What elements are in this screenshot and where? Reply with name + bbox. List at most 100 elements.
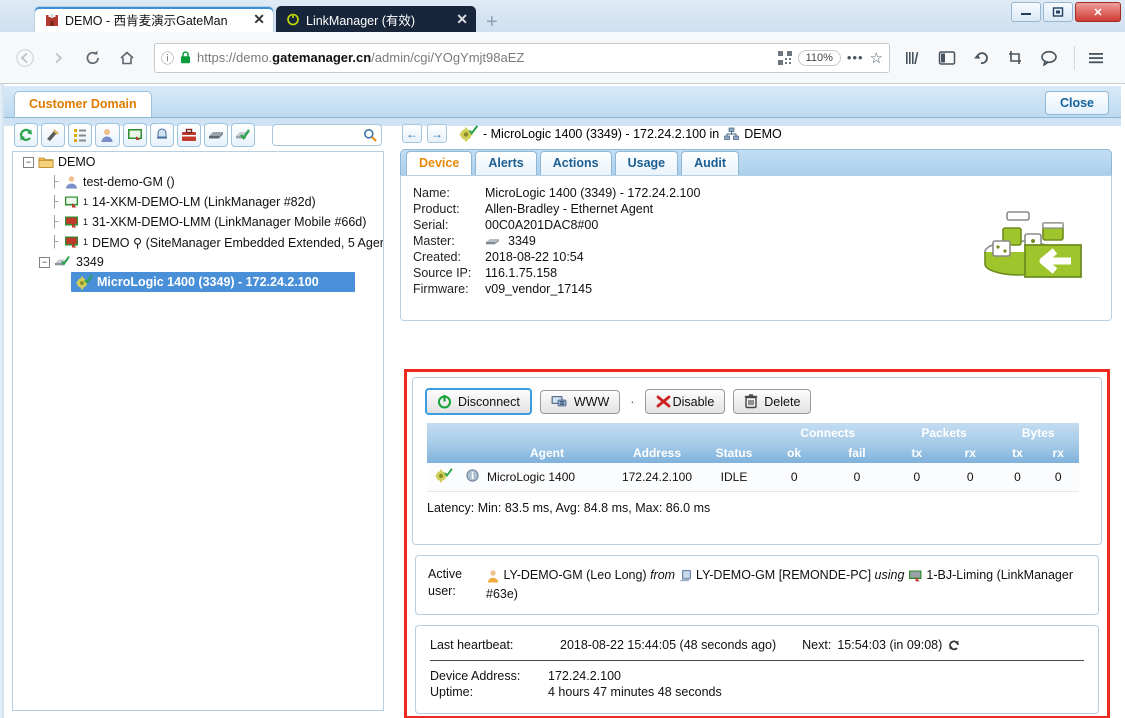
col-packets-rx[interactable]: rx <box>943 443 998 463</box>
tab-actions[interactable]: Actions <box>539 151 612 175</box>
browser-toolbar-icons <box>898 43 1115 73</box>
tree-elbow: ├ <box>50 216 59 228</box>
tab-audit[interactable]: Audit <box>681 151 740 175</box>
url-host: gatemanager.cn <box>272 50 372 65</box>
crop-icon[interactable] <box>1000 43 1030 73</box>
latency-text: Latency: Min: 83.5 ms, Avg: 84.8 ms, Max… <box>427 501 711 515</box>
refresh-icon[interactable] <box>14 123 39 147</box>
qr-icon[interactable] <box>777 50 792 65</box>
row-info-icon[interactable] <box>461 463 483 492</box>
close-window-button[interactable]: ✕ <box>1075 2 1121 22</box>
col-packets-tx[interactable]: tx <box>890 443 944 463</box>
close-tab-icon[interactable]: ✕ <box>456 11 468 28</box>
expander-icon[interactable]: − <box>23 156 34 168</box>
active-user-value: LY-DEMO-GM (Leo Long) from LY-DEMO-GM [R… <box>486 566 1086 604</box>
col-connects-ok[interactable]: ok <box>765 443 824 463</box>
monitor-icon[interactable] <box>122 123 147 147</box>
from-word: from <box>650 568 676 582</box>
info-key: Master: <box>413 234 455 248</box>
browser-tab-demo[interactable]: DEMO - 西肯麦演示GateMan ✕ <box>34 6 274 32</box>
col-bytes-tx[interactable]: tx <box>997 443 1038 463</box>
tree-node-group-3349[interactable]: − 3349 <box>13 252 383 272</box>
reload-button[interactable] <box>78 43 108 73</box>
agent-table-head: Connects Packets Bytes Agent Address Sta… <box>427 423 1079 463</box>
cell-connects-ok: 0 <box>765 463 824 492</box>
page-content: Customer Domain Close − DEMO ├ test-demo… <box>0 84 1125 718</box>
col-connects-fail[interactable]: fail <box>823 443 891 463</box>
tab-alerts[interactable]: Alerts <box>475 151 537 175</box>
disable-button[interactable]: Disable <box>644 389 726 414</box>
tree-node-lm[interactable]: ├ 1 14-XKM-DEMO-LM (LinkManager #82d) <box>13 192 383 212</box>
group-header-blank <box>427 423 461 443</box>
active-user-label: Active user: <box>428 567 463 598</box>
table-row[interactable]: MicroLogic 1400 172.24.2.100 IDLE 0 0 0 … <box>427 463 1079 492</box>
breadcrumb-text: - MicroLogic 1400 (3349) - 172.24.2.100 … <box>483 126 720 141</box>
maximize-button[interactable] <box>1043 2 1073 22</box>
browser-tab-linkmanager[interactable]: LinkManager (有效) ✕ <box>276 6 476 32</box>
linkmanager-green-icon <box>64 195 79 209</box>
expander-icon[interactable]: − <box>39 256 50 268</box>
delete-button[interactable]: Delete <box>733 389 812 414</box>
search-box[interactable] <box>272 124 382 146</box>
url-bar[interactable]: ⓘ https://demo.gatemanager.cn/admin/cgi/… <box>154 42 890 73</box>
url-scheme: https://demo. <box>197 50 273 65</box>
col-agent[interactable]: Agent <box>483 443 611 463</box>
tree-node-label: MicroLogic 1400 (3349) - 172.24.2.100 <box>97 275 319 289</box>
user-icon[interactable] <box>95 123 120 147</box>
undo-icon[interactable] <box>966 43 996 73</box>
appliance-icon[interactable] <box>203 123 229 147</box>
back-button[interactable] <box>10 43 40 73</box>
alert-bell-icon[interactable] <box>149 123 174 147</box>
tree-node-user[interactable]: ├ test-demo-GM () <box>13 172 383 192</box>
appliance-ok-icon <box>54 255 72 269</box>
search-input[interactable] <box>277 127 363 143</box>
trash-icon <box>744 394 758 409</box>
library-icon[interactable] <box>898 43 928 73</box>
group-header-bytes: Bytes <box>997 423 1079 443</box>
tab-usage[interactable]: Usage <box>614 151 679 175</box>
device-tree[interactable]: − DEMO ├ test-demo-GM () ├ 1 14-XKM-DEMO… <box>12 151 384 711</box>
heartbeat-label: Last heartbeat: <box>430 637 514 652</box>
linkmanager-red-icon <box>908 569 923 583</box>
breadcrumb-forward-button[interactable]: → <box>427 124 447 143</box>
tab-device[interactable]: Device <box>406 151 473 175</box>
close-tab-icon[interactable]: ✕ <box>253 11 265 28</box>
www-button[interactable]: WWW <box>539 389 621 414</box>
tab-customer-domain[interactable]: Customer Domain <box>14 91 152 117</box>
refresh-small-icon[interactable] <box>948 639 960 651</box>
toolbox-icon[interactable] <box>176 123 201 147</box>
home-button[interactable] <box>112 43 142 73</box>
bookmark-star-icon[interactable]: ☆ <box>870 49 883 67</box>
chat-icon[interactable] <box>1034 43 1064 73</box>
zoom-level-indicator[interactable]: 110% <box>797 49 841 66</box>
new-tab-button[interactable]: + <box>476 12 508 32</box>
tools-icon[interactable] <box>41 123 66 147</box>
breadcrumb-back-button[interactable]: ← <box>402 124 422 143</box>
appliance-ok-icon[interactable] <box>231 123 256 147</box>
menu-icon[interactable] <box>1081 43 1111 73</box>
close-button[interactable]: Close <box>1044 91 1109 115</box>
tree-node-selected-device[interactable]: MicroLogic 1400 (3349) - 172.24.2.100 <box>71 272 355 292</box>
tree-node-sitemanager[interactable]: ├ 1 DEMO ⚲ (SiteManager Embedded Extende… <box>13 232 383 252</box>
disconnect-label: Disconnect <box>458 394 520 409</box>
col-status[interactable]: Status <box>703 443 765 463</box>
browser-window: DEMO - 西肯麦演示GateMan ✕ LinkManager (有效) ✕… <box>0 0 1125 718</box>
heartbeat-value: 4 hours 47 minutes 48 seconds <box>548 684 722 699</box>
col-address[interactable]: Address <box>611 443 703 463</box>
list-icon[interactable] <box>68 123 93 147</box>
cell-bytes-tx: 0 <box>997 463 1038 492</box>
tree-node-lmm[interactable]: ├ 1 31-XKM-DEMO-LMM (LinkManager Mobile … <box>13 212 383 232</box>
col-icon <box>427 443 461 463</box>
col-bytes-rx[interactable]: rx <box>1037 443 1079 463</box>
page-actions-button[interactable]: ••• <box>847 50 864 65</box>
forward-button[interactable] <box>44 43 74 73</box>
disconnect-button[interactable]: Disconnect <box>425 388 532 415</box>
action-button-row: Disconnect WWW · Disable Delete <box>413 378 1101 423</box>
minimize-button[interactable] <box>1011 2 1041 22</box>
sidebar-icon[interactable] <box>932 43 962 73</box>
tree-node-root[interactable]: − DEMO <box>13 152 383 172</box>
search-icon[interactable] <box>363 128 377 142</box>
group-header-blank <box>461 423 483 443</box>
breadcrumb-domain[interactable]: DEMO <box>744 127 782 141</box>
page-info-icon[interactable]: ⓘ <box>161 48 174 67</box>
